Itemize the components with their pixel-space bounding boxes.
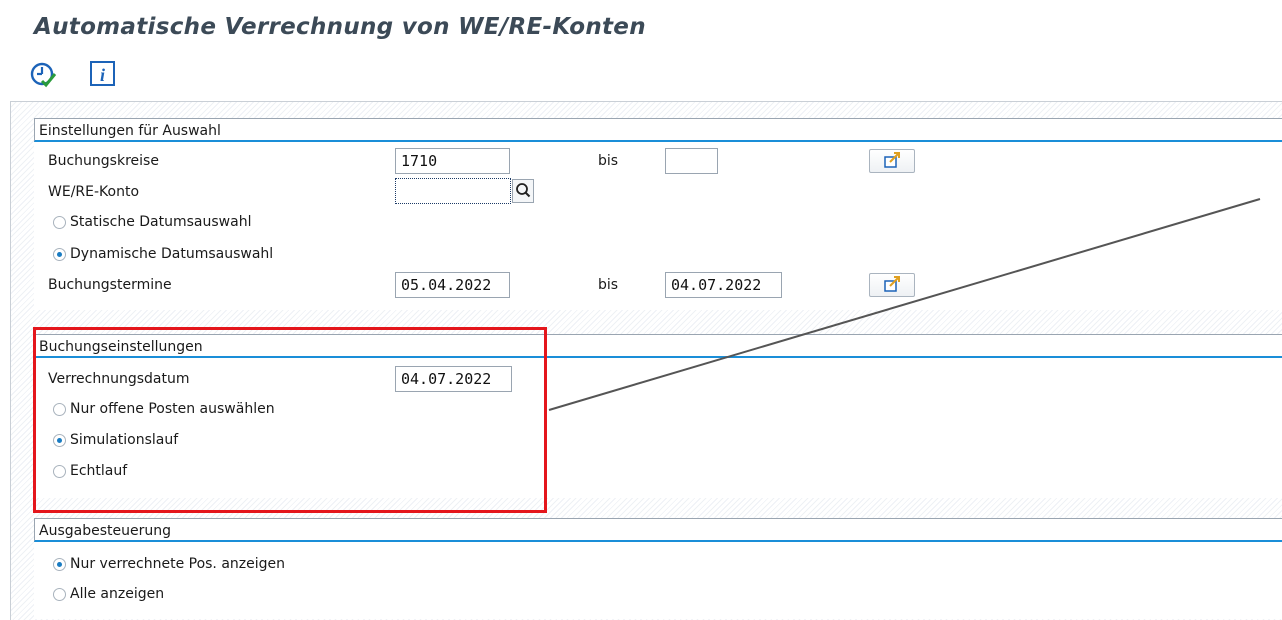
all-radio[interactable]: Alle anzeigen	[53, 585, 164, 603]
simulation-label: Simulationslauf	[70, 432, 179, 448]
static-date-radio[interactable]: Statische Datumsauswahl	[53, 213, 251, 231]
static-date-label: Statische Datumsauswahl	[70, 214, 252, 230]
dynamic-date-radio[interactable]: Dynamische Datumsauswahl	[53, 245, 273, 263]
output-group-header: Ausgabesteuerung	[34, 518, 1282, 542]
multiple-selection-button-2[interactable]	[869, 273, 915, 297]
svg-text:i: i	[100, 65, 105, 85]
radio-button-selected[interactable]	[53, 557, 66, 571]
radio-button[interactable]	[53, 215, 66, 229]
real-run-label: Echtlauf	[70, 463, 128, 479]
posting-dates-label: Buchungstermine	[48, 277, 172, 293]
dynamic-date-label: Dynamische Datumsauswahl	[70, 246, 274, 262]
selection-group-header: Einstellungen für Auswahl	[34, 118, 1282, 142]
company-codes-to-input[interactable]	[665, 148, 718, 174]
multiple-selection-icon	[884, 152, 900, 168]
account-input[interactable]	[395, 178, 511, 204]
page-title: Automatische Verrechnung von WE/RE-Konte…	[34, 14, 646, 40]
posting-dates-to-input[interactable]: 04.07.2022	[665, 272, 782, 298]
open-items-radio[interactable]: Nur offene Posten auswählen	[53, 400, 275, 418]
clearing-date-input[interactable]: 04.07.2022	[395, 366, 512, 392]
bis-label-2: bis	[598, 277, 619, 293]
radio-button[interactable]	[53, 464, 66, 478]
clearing-date-label: Verrechnungsdatum	[48, 371, 190, 387]
posting-group-header: Buchungseinstellungen	[34, 334, 1282, 358]
all-label: Alle anzeigen	[70, 586, 165, 602]
open-items-label: Nur offene Posten auswählen	[70, 401, 275, 417]
multiple-selection-button-1[interactable]	[869, 149, 915, 173]
search-icon	[516, 183, 531, 198]
posting-dates-from-input[interactable]: 05.04.2022	[395, 272, 510, 298]
execute-clock-icon[interactable]	[29, 60, 57, 88]
account-search-button[interactable]	[512, 179, 534, 203]
real-run-radio[interactable]: Echtlauf	[53, 462, 127, 480]
cleared-only-radio[interactable]: Nur verrechnete Pos. anzeigen	[53, 555, 285, 573]
radio-button-selected[interactable]	[53, 433, 66, 447]
company-codes-from-input[interactable]: 1710	[395, 148, 510, 174]
radio-button[interactable]	[53, 587, 66, 601]
simulation-radio[interactable]: Simulationslauf	[53, 431, 178, 449]
cleared-only-label: Nur verrechnete Pos. anzeigen	[70, 556, 286, 572]
company-codes-label: Buchungskreise	[48, 153, 159, 169]
radio-button[interactable]	[53, 402, 66, 416]
account-label: WE/RE-Konto	[48, 184, 140, 200]
multiple-selection-icon	[884, 276, 900, 292]
radio-button-selected[interactable]	[53, 247, 66, 261]
bis-label-1: bis	[598, 153, 619, 169]
info-icon[interactable]: i	[89, 60, 117, 88]
